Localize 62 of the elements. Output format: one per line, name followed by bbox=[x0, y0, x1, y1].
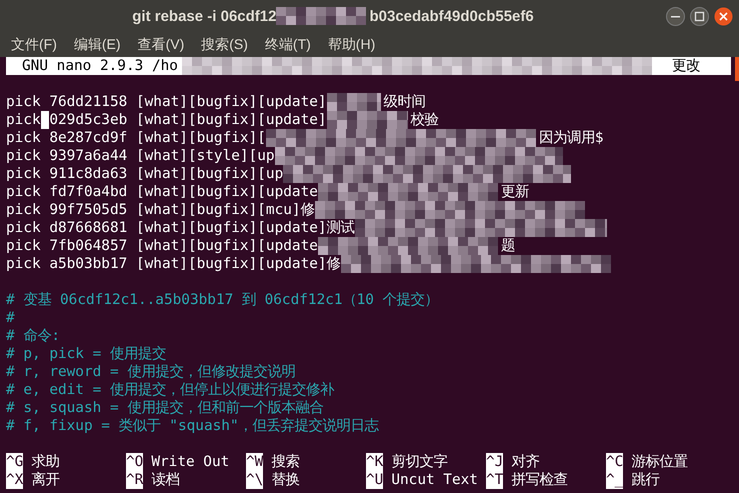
shortcut-label: 剪切文字 bbox=[391, 453, 448, 471]
maximize-icon[interactable] bbox=[690, 6, 709, 26]
shortcut-key: ^O bbox=[126, 453, 144, 471]
menu-item[interactable]: 帮助(H) bbox=[328, 36, 376, 54]
shortcut-key: ^G bbox=[6, 453, 24, 471]
comment-line: # s, squash = 使用提交，但和前一个版本融合 bbox=[6, 399, 324, 417]
comment-line: # bbox=[6, 309, 15, 327]
commit-line: pick 99f7505d5 [what][bugfix][mcu]修 bbox=[6, 201, 315, 219]
comment-line: # 命令: bbox=[6, 327, 60, 345]
shortcut-label: 离开 bbox=[31, 471, 60, 489]
menu-item[interactable]: 查看(V) bbox=[138, 36, 184, 54]
window-title: git rebase -i 06cdf12 bbox=[132, 8, 276, 24]
header-text: GNU nano 2.9.3 /ho bbox=[22, 57, 178, 75]
shortcut-key: ^X bbox=[6, 471, 24, 489]
shortcut-label: 求助 bbox=[31, 453, 60, 471]
shortcut-label: 拼写检查 bbox=[511, 471, 568, 489]
shortcut-key: ^U bbox=[366, 471, 384, 489]
commit-line: 029d5c3eb [what][bugfix][update] bbox=[49, 111, 327, 129]
shortcut-key: ^W bbox=[246, 453, 264, 471]
header-text: 更改 bbox=[672, 57, 700, 75]
minimize-icon[interactable] bbox=[666, 6, 685, 26]
commit-line: 更新 bbox=[500, 183, 529, 201]
shortcut-label: 读档 bbox=[151, 471, 180, 489]
shortcut-label: Write Out bbox=[151, 453, 230, 471]
menu-item[interactable]: 终端(T) bbox=[264, 36, 311, 54]
commit-line: pick 911c8da63 [what][bugfix][up bbox=[6, 165, 284, 183]
commit-line: pick 8e287cd9f [what][bugfix][ bbox=[6, 129, 266, 147]
shortcut-label: 对齐 bbox=[511, 453, 540, 471]
shortcut-label: Uncut Text bbox=[391, 471, 478, 489]
shortcut-key: ^R bbox=[126, 471, 144, 489]
comment-line: # r, reword = 使用提交，但修改提交说明 bbox=[6, 363, 296, 381]
shortcut-label: 跳行 bbox=[631, 471, 660, 489]
commit-line: pick fd7f0a4bd [what][bugfix][update bbox=[6, 183, 318, 201]
comment-line: # e, edit = 使用提交，但停止以便进行提交修补 bbox=[6, 381, 334, 399]
shortcut-label: 游标位置 bbox=[631, 453, 688, 471]
shortcut-key: ^T bbox=[486, 471, 504, 489]
menu-item[interactable]: 文件(F) bbox=[11, 36, 57, 54]
shortcut-key: ^K bbox=[366, 453, 384, 471]
shortcut-key: ^_ bbox=[606, 471, 624, 489]
commit-line: pick bbox=[6, 111, 41, 129]
commit-line: 因为调用$ bbox=[538, 129, 604, 147]
shortcut-key: ^J bbox=[486, 453, 504, 471]
commit-line: 级时间 bbox=[384, 93, 426, 111]
menu-item[interactable]: 搜索(S) bbox=[201, 36, 248, 54]
close-icon[interactable] bbox=[714, 6, 733, 26]
commit-line: 题 bbox=[500, 237, 515, 255]
commit-line: 校验 bbox=[410, 111, 439, 129]
comment-line: # p, pick = 使用提交 bbox=[6, 345, 166, 363]
scrollbar-thumb[interactable] bbox=[735, 57, 739, 81]
menu-item[interactable]: 编辑(E) bbox=[74, 36, 121, 54]
comment-line: # 变基 06cdf12c1..a5b03bb17 到 06cdf12c1（10 个提交） bbox=[6, 291, 439, 309]
commit-line: pick 76dd21158 [what][bugfix][update] bbox=[6, 93, 327, 111]
commit-line: pick d87668681 [what][bugfix][update]测试 bbox=[6, 219, 355, 237]
comment-line: # f, fixup = 类似于 "squash"，但丢弃提交说明日志 bbox=[6, 417, 379, 435]
shortcut-label: 搜索 bbox=[271, 453, 300, 471]
shortcut-key: ^\ bbox=[246, 471, 264, 489]
commit-line: pick a5b03bb17 [what][bugfix][update]修 bbox=[6, 255, 341, 273]
commit-line: pick 7fb064857 [what][bugfix][update bbox=[6, 237, 318, 255]
window-title: b03cedabf49d0cb55ef6 bbox=[369, 8, 534, 24]
shortcut-label: 替换 bbox=[271, 471, 300, 489]
shortcut-key: ^C bbox=[606, 453, 624, 471]
commit-line: pick 9397a6a44 [what][style][up bbox=[6, 147, 275, 165]
